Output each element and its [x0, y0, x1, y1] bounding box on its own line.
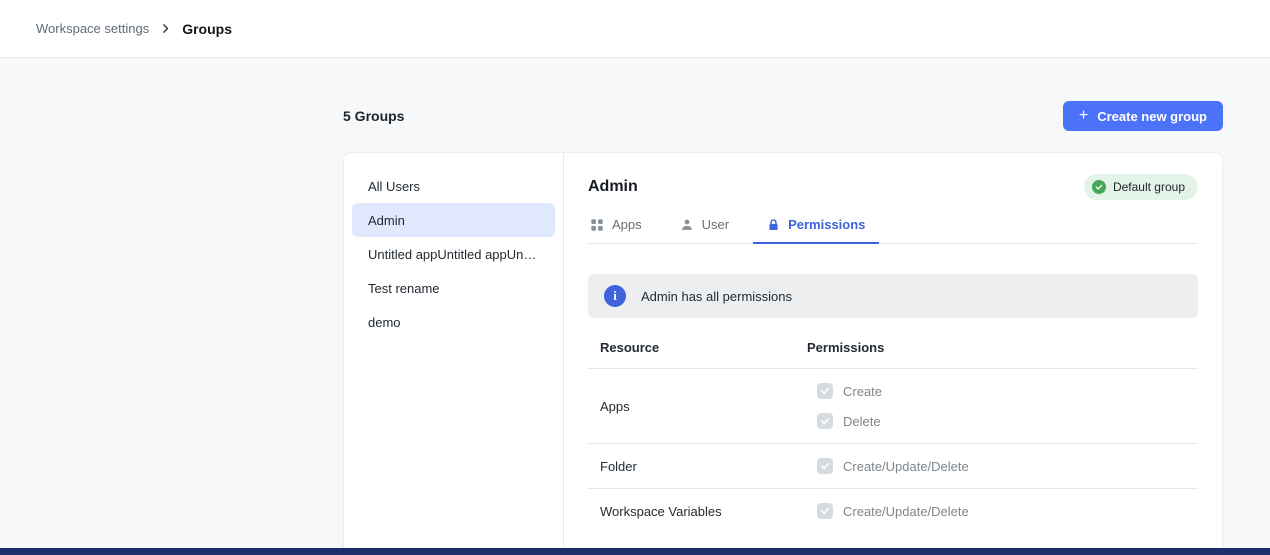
- checkbox-create[interactable]: [817, 383, 833, 399]
- resource-name: Workspace Variables: [600, 504, 807, 519]
- panel-header: Admin Default group: [588, 173, 1198, 201]
- group-item-label: Admin: [368, 213, 405, 228]
- group-tabs: Apps User Permissions: [588, 217, 1198, 244]
- lock-icon: [767, 218, 780, 232]
- permission-label: Create/Update/Delete: [843, 459, 969, 474]
- group-title: Admin: [588, 178, 638, 196]
- permission-label: Create/Update/Delete: [843, 504, 969, 519]
- resource-name: Folder: [600, 459, 807, 474]
- groups-card: All Users Admin Untitled appUntitled app…: [343, 152, 1223, 548]
- groups-page: 5 Groups Create new group All Users Admi…: [343, 58, 1223, 548]
- breadcrumb-workspace-settings[interactable]: Workspace settings: [36, 21, 149, 36]
- groups-count: 5 Groups: [343, 108, 404, 124]
- group-item-admin[interactable]: Admin: [352, 203, 555, 237]
- table-row-folder: Folder Create/Update/Delete: [588, 444, 1198, 489]
- checkbox-folder-cud[interactable]: [817, 458, 833, 474]
- group-item-label: Untitled appUntitled appUntitle…: [368, 247, 539, 262]
- breadcrumb-current-groups: Groups: [182, 21, 232, 37]
- permission-option: Create: [817, 383, 1186, 399]
- group-item-all-users[interactable]: All Users: [352, 169, 555, 203]
- permission-option: Create/Update/Delete: [817, 458, 1186, 474]
- plus-icon: [1079, 108, 1088, 124]
- column-header-permissions: Permissions: [807, 340, 1186, 355]
- chevron-right-icon: [159, 22, 172, 35]
- group-item-test-rename[interactable]: Test rename: [352, 271, 555, 305]
- permissions-table: Resource Permissions Apps Create: [588, 318, 1198, 533]
- permissions-info-banner: Admin has all permissions: [588, 274, 1198, 318]
- groups-toolbar: 5 Groups Create new group: [343, 101, 1223, 131]
- bottom-bar: [0, 548, 1270, 555]
- tab-user-label: User: [702, 217, 729, 232]
- tab-apps-label: Apps: [612, 217, 642, 232]
- table-row-apps: Apps Create Delete: [588, 369, 1198, 444]
- tab-apps[interactable]: Apps: [588, 217, 644, 243]
- resource-name: Apps: [600, 399, 807, 414]
- permission-option: Create/Update/Delete: [817, 503, 1186, 519]
- tab-permissions-label: Permissions: [788, 217, 865, 232]
- group-item-label: demo: [368, 315, 401, 330]
- permission-label: Delete: [843, 414, 881, 429]
- permission-cell: Create/Update/Delete: [807, 458, 1186, 474]
- permission-cell: Create Delete: [807, 383, 1186, 429]
- group-item-untitled-app[interactable]: Untitled appUntitled appUntitle…: [352, 237, 555, 271]
- table-row-workspace-variables: Workspace Variables Create/Update/Delete: [588, 489, 1198, 533]
- topbar: Workspace settings Groups: [0, 0, 1270, 58]
- info-icon: [604, 285, 626, 307]
- banner-text: Admin has all permissions: [641, 289, 792, 304]
- create-new-group-label: Create new group: [1097, 109, 1207, 124]
- default-group-badge: Default group: [1084, 174, 1198, 200]
- permission-option: Delete: [817, 413, 1186, 429]
- group-item-label: All Users: [368, 179, 420, 194]
- group-item-demo[interactable]: demo: [352, 305, 555, 339]
- default-group-label: Default group: [1113, 180, 1185, 194]
- permission-label: Create: [843, 384, 882, 399]
- user-icon: [680, 218, 694, 232]
- green-check-icon: [1092, 180, 1106, 194]
- group-item-label: Test rename: [368, 281, 440, 296]
- tab-permissions[interactable]: Permissions: [765, 217, 867, 243]
- permission-cell: Create/Update/Delete: [807, 503, 1186, 519]
- column-header-resource: Resource: [600, 340, 807, 355]
- tab-user[interactable]: User: [678, 217, 731, 243]
- group-list: All Users Admin Untitled appUntitled app…: [344, 153, 564, 548]
- table-header-row: Resource Permissions: [588, 318, 1198, 369]
- group-detail-panel: Admin Default group Apps: [564, 153, 1222, 548]
- apps-grid-icon: [590, 218, 604, 232]
- create-new-group-button[interactable]: Create new group: [1063, 101, 1223, 131]
- checkbox-delete[interactable]: [817, 413, 833, 429]
- checkbox-workspace-variables-cud[interactable]: [817, 503, 833, 519]
